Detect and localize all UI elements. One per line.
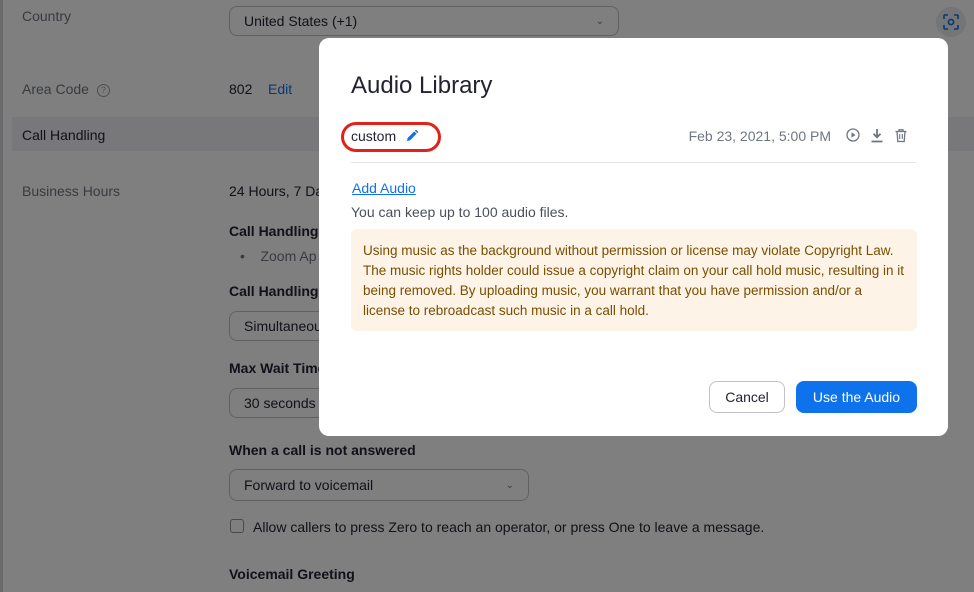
use-audio-button[interactable]: Use the Audio bbox=[796, 381, 917, 413]
play-icon[interactable] bbox=[844, 126, 862, 144]
audio-date: Feb 23, 2021, 5:00 PM bbox=[688, 128, 831, 144]
download-icon[interactable] bbox=[868, 126, 886, 144]
add-audio-link[interactable]: Add Audio bbox=[352, 180, 416, 196]
pencil-icon[interactable] bbox=[405, 129, 419, 148]
audio-library-modal: Audio Library custom Feb 23, 2021, 5:00 … bbox=[319, 38, 948, 436]
cancel-button[interactable]: Cancel bbox=[709, 381, 785, 413]
audio-list-item[interactable]: custom Feb 23, 2021, 5:00 PM bbox=[341, 122, 916, 163]
keep-files-text: You can keep up to 100 audio files. bbox=[351, 204, 569, 220]
trash-icon[interactable] bbox=[892, 126, 910, 144]
copyright-warning: Using music as the background without pe… bbox=[351, 229, 917, 331]
audio-name: custom bbox=[351, 128, 397, 144]
modal-title: Audio Library bbox=[351, 72, 493, 99]
